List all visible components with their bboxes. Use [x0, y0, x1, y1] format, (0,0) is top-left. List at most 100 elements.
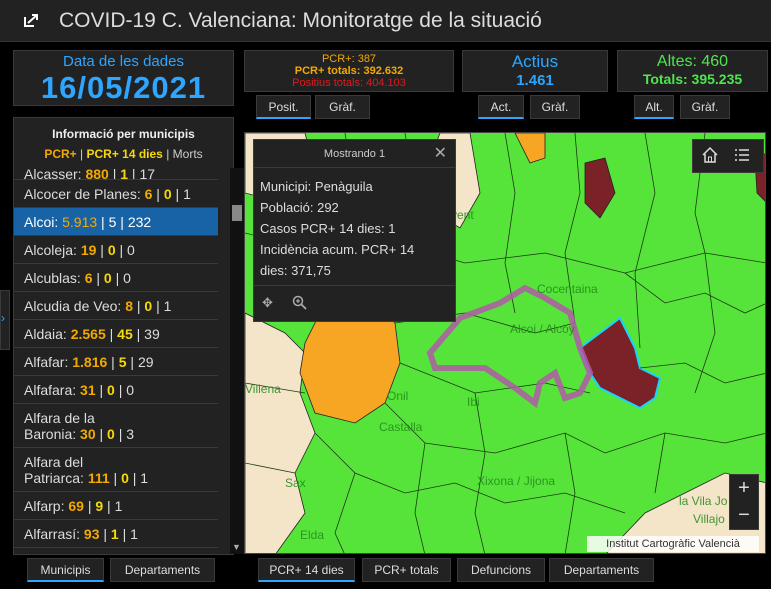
- list-item[interactable]: Alcoi: 5.913 | 5 | 232: [14, 208, 218, 236]
- list-item-name: Alfafara:: [24, 381, 77, 398]
- list-item[interactable]: Alcoleja: 19 | 0 | 0: [14, 236, 218, 264]
- list-item-pcr14: 45: [117, 325, 133, 342]
- list-item-separator: |: [95, 425, 108, 442]
- altes-label: Altes: 460: [656, 53, 729, 70]
- list-item[interactable]: Alcublas: 6 | 0 | 0: [14, 264, 218, 292]
- side-expand-tab[interactable]: ›: [0, 290, 10, 350]
- list-item-content: Alfarp: 69 | 9 | 1: [24, 498, 122, 514]
- popup-header: Mostrando 1 ✕: [254, 140, 455, 168]
- legend-separator: |: [76, 147, 87, 161]
- list-item-content: Alcoleja: 19 | 0 | 0: [24, 242, 135, 258]
- app-logo-icon: [22, 11, 42, 31]
- tab-act[interactable]: Act.: [478, 95, 524, 119]
- popup-line: dies: 371,75: [260, 263, 331, 278]
- date-value: 16/05/2021: [40, 70, 207, 105]
- pcr-count: PCR+: 387: [321, 53, 377, 65]
- tab-departaments-list[interactable]: Departaments: [110, 558, 215, 582]
- tab-alt[interactable]: Alt.: [634, 95, 674, 119]
- tab-pcr-totals[interactable]: PCR+ totals: [362, 558, 451, 582]
- list-item-line: Alcublas: 6 | 0 | 0: [24, 270, 131, 286]
- list-item-content: Alcudia de Veo: 8 | 0 | 1: [24, 298, 171, 314]
- map-label-elda: Elda: [300, 528, 324, 542]
- list-item-line: Aldaia: 2.565 | 45 | 39: [24, 326, 160, 342]
- list-item-pcr: 6: [84, 269, 93, 286]
- list-item-morts: 0: [126, 381, 135, 398]
- close-icon[interactable]: ✕: [434, 140, 447, 168]
- list-item[interactable]: Alfarrasí: 93 | 1 | 1: [14, 520, 218, 548]
- list-item-morts: 232: [127, 213, 152, 230]
- legend-separator: |: [162, 147, 173, 161]
- list-item[interactable]: Aldaia: 2.565 | 45 | 39: [14, 320, 218, 348]
- popup-header-text: Mostrando 1: [323, 148, 386, 160]
- municipis-list[interactable]: Alcasser: 880 | 1 | 17 Alcocer de Planes:…: [14, 168, 218, 554]
- legend-list-icon[interactable]: [733, 146, 751, 169]
- list-item-separator: |: [152, 297, 164, 314]
- list-item-name: Baronia:: [24, 425, 77, 442]
- tab-posit[interactable]: Posit.: [256, 95, 311, 119]
- tab-defuncions[interactable]: Defuncions: [457, 558, 545, 582]
- zoom-control: + −: [729, 474, 759, 530]
- list-item-line: Alfarp: 69 | 9 | 1: [24, 498, 122, 514]
- municipis-title: Informació per municipis: [52, 127, 195, 141]
- list-item-separator: |: [128, 469, 141, 486]
- tab-pcr-graf[interactable]: Gràf.: [315, 95, 370, 119]
- list-item-separator: |: [99, 525, 111, 542]
- zoom-out-button[interactable]: −: [730, 502, 758, 529]
- tab-act-graf[interactable]: Gràf.: [530, 95, 580, 119]
- tab-municipis[interactable]: Municipis: [27, 558, 104, 582]
- list-item[interactable]: Alcasser: 880 | 1 | 17: [14, 168, 218, 180]
- list-item-separator: |: [108, 168, 121, 180]
- legend-pcr14: PCR+ 14 dies: [86, 147, 163, 161]
- app-title: COVID-19 C. Valenciana: Monitoratge de l…: [59, 9, 542, 32]
- positius-total: Positius totals: 404.103: [292, 77, 406, 89]
- list-item[interactable]: Alfara de la Baronia: 30 | 0 | 3: [14, 404, 218, 448]
- list-scrollbar[interactable]: ▼: [230, 168, 244, 554]
- list-item-separator: |: [114, 425, 127, 442]
- list-item-morts: 1: [140, 469, 149, 486]
- map-label-alcoi: Alcoi / Alcoy: [510, 322, 575, 336]
- list-item-pcr14: 0: [107, 425, 115, 442]
- list-item-morts: 1: [130, 525, 138, 542]
- list-item-separator: |: [152, 185, 164, 202]
- tab-alt-graf[interactable]: Gràf.: [680, 95, 730, 119]
- tab-departaments-map[interactable]: Departaments: [549, 558, 654, 582]
- list-item[interactable]: Alfafara: 31 | 0 | 0: [14, 376, 218, 404]
- chevron-right-icon: ›: [1, 311, 5, 325]
- popup-line: Municipi: Penàguila: [260, 179, 373, 194]
- list-item-line: Alcocer de Planes: 6 | 0 | 1: [24, 186, 191, 202]
- map-label-villena: Villena: [245, 382, 281, 396]
- map-label-villajo: Villajo: [693, 512, 725, 526]
- municipis-panel: Informació per municipis PCR+ | PCR+ 14 …: [13, 117, 244, 555]
- list-item-separator: |: [107, 353, 119, 370]
- home-icon[interactable]: [701, 146, 719, 169]
- list-item-separator: |: [83, 497, 96, 514]
- scroll-down-icon[interactable]: ▼: [232, 542, 241, 552]
- list-item-content: Aldaia: 2.565 | 45 | 39: [24, 326, 160, 342]
- list-item-separator: |: [132, 325, 145, 342]
- municipis-legend: PCR+ | PCR+ 14 dies | Morts: [14, 147, 233, 161]
- list-item-pcr: 19: [80, 241, 97, 258]
- list-item-separator: |: [116, 213, 128, 230]
- list-item-line: Alfafara: 31 | 0 | 0: [24, 382, 134, 398]
- list-item-content: Alfara del Patriarca: 111 | 0 | 1: [24, 454, 148, 486]
- list-item-line: Alfafar: 1.816 | 5 | 29: [24, 354, 154, 370]
- tab-pcr14[interactable]: PCR+ 14 dies: [258, 558, 355, 582]
- list-item[interactable]: Alfara del Patriarca: 111 | 0 | 1: [14, 448, 218, 492]
- list-item-name: Alfarp:: [24, 497, 65, 514]
- actius-value: 1.461: [516, 72, 554, 89]
- pan-icon[interactable]: ✥: [262, 295, 273, 311]
- scrollbar-thumb[interactable]: [232, 205, 242, 221]
- list-item-pcr14: 0: [103, 269, 112, 286]
- list-item[interactable]: Alcudia de Veo: 8 | 0 | 1: [14, 292, 218, 320]
- list-item[interactable]: Alfafar: 1.816 | 5 | 29: [14, 348, 218, 376]
- list-item-separator: |: [171, 185, 184, 202]
- zoom-in-button[interactable]: +: [730, 475, 758, 502]
- list-item-pcr14: 1: [120, 168, 129, 180]
- list-item-name: Alfarrasí:: [24, 525, 81, 542]
- zoom-to-icon[interactable]: [292, 295, 308, 314]
- list-item[interactable]: Alcocer de Planes: 6 | 0 | 1: [14, 180, 218, 208]
- list-item-line: Alcoi: 5.913 | 5 | 232: [24, 214, 151, 230]
- list-item-separator: |: [105, 325, 118, 342]
- popup-line: Població: 292: [260, 200, 339, 215]
- list-item[interactable]: Alfarp: 69 | 9 | 1: [14, 492, 218, 520]
